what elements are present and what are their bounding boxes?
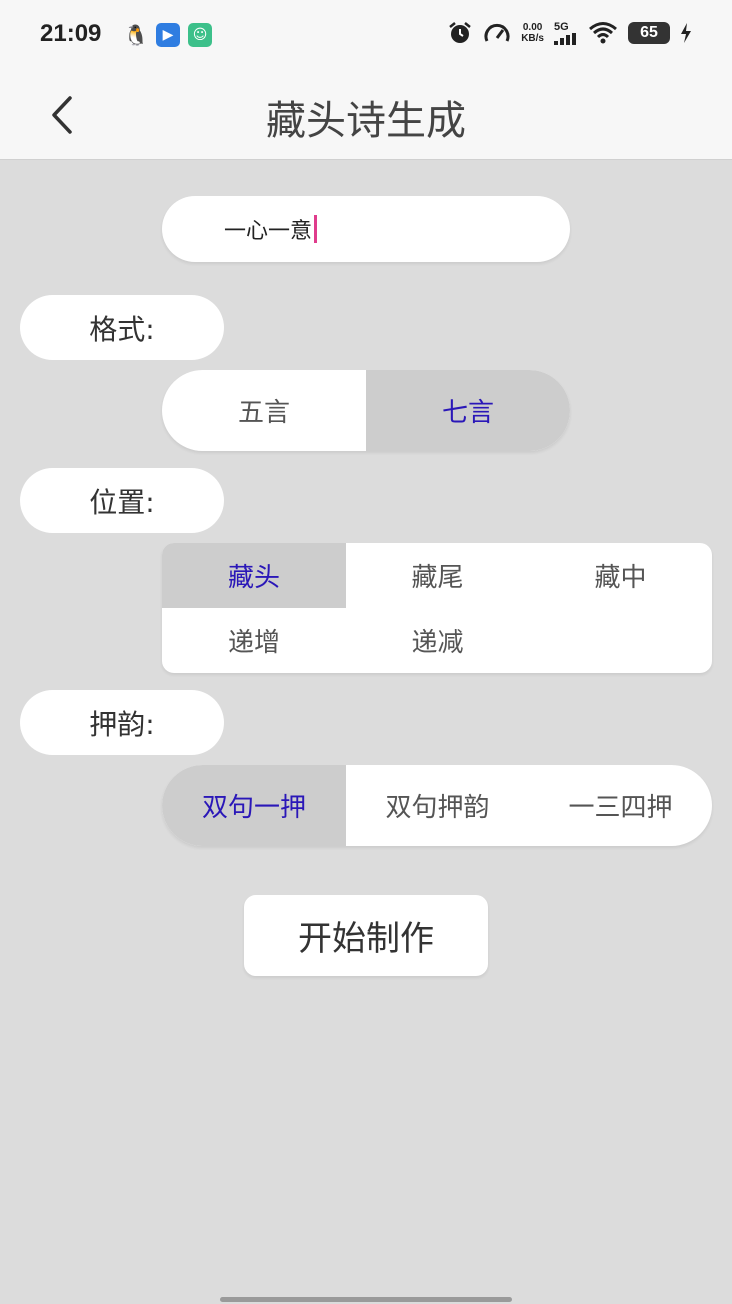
text-cursor — [314, 215, 318, 243]
network-speed-value: 0.00 — [522, 22, 543, 33]
rhyme-label: 押韵: — [20, 690, 224, 755]
status-icons: 0.00 KB/s 5G 65 — [447, 20, 692, 46]
poem-head-input-value: 一心一意 — [224, 219, 313, 244]
rhyme-selector: 双句一押 双句押韵 一三四押 — [162, 765, 712, 846]
play-app-icon: ▶ — [156, 23, 180, 47]
position-option-head[interactable]: 藏头 — [162, 543, 346, 608]
signal-label: 5G — [554, 21, 569, 33]
signal-bars-icon — [554, 33, 576, 45]
format-selector: 五言 七言 — [162, 370, 570, 451]
position-option-decreasing[interactable]: 递减 — [346, 608, 529, 673]
notification-icons: 🐧 ▶ ☺ — [124, 23, 212, 47]
position-selector: 藏头 藏尾 藏中 递增 递减 — [162, 543, 712, 673]
network-speed: 0.00 KB/s — [521, 22, 544, 44]
poem-head-input[interactable]: 一心一意 — [162, 196, 570, 262]
wifi-icon — [589, 22, 617, 44]
qq-penguin-icon: 🐧 — [123, 23, 149, 47]
format-option-five[interactable]: 五言 — [162, 370, 366, 451]
position-option-middle[interactable]: 藏中 — [529, 543, 712, 608]
status-bar: 21:09 🐧 ▶ ☺ 0.00 KB/s 5G 65 — [0, 0, 732, 70]
page-title: 藏头诗生成 — [266, 98, 466, 144]
battery-indicator: 65 — [628, 22, 670, 44]
home-indicator[interactable] — [220, 1297, 512, 1302]
rhyme-option-double-one[interactable]: 双句一押 — [162, 765, 346, 846]
network-speed-unit: KB/s — [521, 33, 544, 44]
format-option-seven[interactable]: 七言 — [366, 370, 570, 451]
start-button[interactable]: 开始制作 — [244, 895, 488, 976]
cellular-signal: 5G — [554, 21, 578, 45]
position-option-increasing[interactable]: 递增 — [162, 608, 346, 673]
format-label: 格式: — [20, 295, 224, 360]
alarm-icon — [449, 22, 471, 43]
position-option-tail[interactable]: 藏尾 — [346, 543, 529, 608]
speedometer-icon — [484, 23, 510, 42]
status-time: 21:09 — [40, 20, 102, 47]
position-label: 位置: — [20, 468, 224, 533]
chat-app-icon: ☺ — [188, 23, 212, 47]
rhyme-option-one-three-four[interactable]: 一三四押 — [529, 765, 712, 846]
rhyme-option-double-rhyme[interactable]: 双句押韵 — [346, 765, 529, 846]
charging-icon — [681, 23, 691, 43]
app-bar: 藏头诗生成 — [0, 70, 732, 160]
